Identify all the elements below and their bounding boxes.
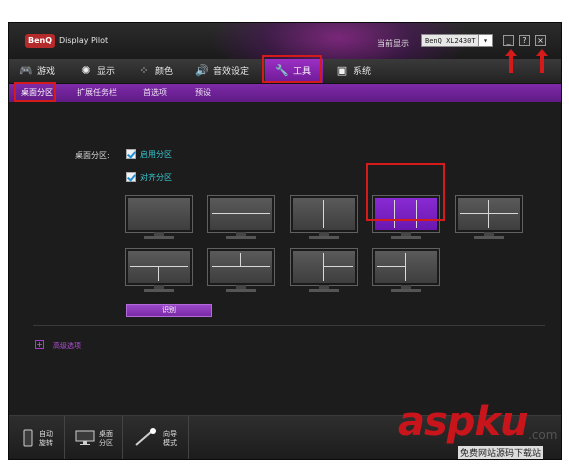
- monitor-base: [391, 236, 421, 239]
- layout-screen: [290, 248, 358, 286]
- layout-divider: [405, 253, 406, 281]
- gamepad-icon: 🎮: [19, 64, 33, 77]
- watermark-tagline: 免费网站源码下载站: [458, 446, 544, 459]
- tab-audio[interactable]: 🔊 音效设定: [195, 59, 249, 83]
- current-display-label: 当前显示: [377, 39, 409, 48]
- layout-divider: [130, 266, 188, 267]
- speaker-icon: 🔊: [195, 64, 209, 77]
- subtab-presets[interactable]: 预设: [195, 84, 211, 102]
- app-title: Display Pilot: [59, 36, 109, 45]
- highlight-tools-tab: [262, 55, 322, 83]
- monitor-select-value: BenQ XL2430T: [425, 37, 476, 45]
- chevron-down-icon[interactable]: ▾: [478, 35, 492, 46]
- layout-divider: [323, 200, 324, 228]
- red-arrow-up-icon: [505, 49, 517, 73]
- rotate-monitor-icon: [23, 429, 33, 447]
- desktop-partition-icon: [75, 430, 95, 445]
- layout-left-two-right-one[interactable]: [372, 248, 440, 297]
- monitor-base: [309, 289, 339, 292]
- layout-quad[interactable]: [455, 195, 523, 244]
- layout-divider: [488, 200, 489, 228]
- layout-divider: [158, 266, 159, 281]
- tab-system[interactable]: ▣ 系统: [335, 59, 371, 83]
- watermark-suffix: .com: [528, 428, 558, 442]
- bb-label-line1: 向导: [163, 430, 177, 438]
- highlight-desktop-partition-subtab: [14, 82, 56, 102]
- advanced-options-link[interactable]: 高级选项: [53, 341, 81, 351]
- monitor-base: [474, 236, 504, 239]
- monitor-base: [309, 236, 339, 239]
- identify-button[interactable]: 识别: [126, 304, 212, 317]
- content-panel: 桌面分区: 启用分区 对齐分区 识别 + 高级选项: [9, 102, 561, 415]
- brightness-icon: ✺: [81, 64, 91, 77]
- help-button[interactable]: ?: [519, 35, 530, 46]
- monitor-base: [144, 236, 174, 239]
- auto-rotate-button[interactable]: 自动 旋转: [9, 416, 65, 459]
- monitor-base: [226, 236, 256, 239]
- layout-left-one-right-two[interactable]: [290, 248, 358, 297]
- system-icon: ▣: [336, 64, 348, 77]
- align-partition-checkbox[interactable]: 对齐分区: [126, 171, 172, 183]
- layout-full[interactable]: [125, 195, 193, 244]
- red-arrow-up-icon: [536, 49, 548, 73]
- tab-display[interactable]: ✺ 显示: [79, 59, 115, 83]
- layout-divider: [212, 266, 270, 267]
- tab-label: 显示: [97, 67, 116, 77]
- highlight-selected-layout: [366, 163, 445, 221]
- layout-divider: [323, 253, 324, 281]
- layout-screen: [207, 248, 275, 286]
- close-button[interactable]: ×: [535, 35, 546, 46]
- tab-label: 游戏: [37, 67, 56, 77]
- section-label: 桌面分区:: [75, 151, 110, 160]
- tab-label: 颜色: [155, 67, 174, 77]
- layout-screen: [207, 195, 275, 233]
- layout-screen: [125, 248, 193, 286]
- tab-game[interactable]: 🎮 游戏: [19, 59, 55, 83]
- checkbox-label: 启用分区: [140, 150, 172, 159]
- checkbox-label: 对齐分区: [140, 173, 172, 182]
- bb-label-line2: 模式: [163, 439, 177, 447]
- bb-label-line2: 旋转: [39, 439, 53, 447]
- checkbox-checked[interactable]: [126, 148, 136, 159]
- layout-screen: [455, 195, 523, 233]
- layout-two-rows[interactable]: [207, 195, 275, 244]
- monitor-base: [226, 289, 256, 292]
- minimize-button[interactable]: _: [503, 35, 514, 46]
- bb-label-line2: 分区: [99, 439, 113, 447]
- expand-plus-icon[interactable]: +: [35, 340, 44, 349]
- layout-screen: [125, 195, 193, 233]
- sub-nav: 桌面分区 扩展任务栏 首选项 预设: [9, 84, 561, 102]
- subtab-extend-taskbar[interactable]: 扩展任务栏: [77, 84, 117, 102]
- subtab-preferences[interactable]: 首选项: [143, 84, 167, 102]
- tab-color[interactable]: ⁘ 颜色: [137, 59, 173, 83]
- wizard-mode-button[interactable]: 向导 模式: [123, 416, 189, 459]
- benq-logo: BenQ: [25, 34, 55, 48]
- layout-divider: [377, 266, 405, 267]
- layout-divider: [212, 213, 270, 214]
- monitor-select[interactable]: BenQ XL2430T ▾: [421, 34, 493, 47]
- layout-two-cols[interactable]: [290, 195, 358, 244]
- palette-icon: ⁘: [139, 64, 149, 77]
- enable-partition-checkbox[interactable]: 启用分区: [126, 148, 172, 160]
- title-bar: BenQ Display Pilot 当前显示 BenQ XL2430T ▾ _…: [9, 23, 561, 59]
- layout-divider: [460, 213, 518, 214]
- monitor-base: [144, 289, 174, 292]
- bb-label-line1: 桌面: [99, 430, 113, 438]
- layout-divider: [323, 266, 353, 267]
- checkbox-checked[interactable]: [126, 171, 136, 182]
- tab-label: 系统: [353, 67, 372, 77]
- display-pilot-window: BenQ Display Pilot 当前显示 BenQ XL2430T ▾ _…: [8, 22, 562, 460]
- layout-top-two-bottom-one[interactable]: [207, 248, 275, 297]
- bb-label-line1: 自动: [39, 430, 53, 438]
- monitor-base: [391, 289, 421, 292]
- watermark-brand: aspku: [398, 399, 529, 445]
- tab-label: 音效设定: [213, 67, 250, 77]
- layout-screen: [372, 248, 440, 286]
- wizard-wand-icon: [135, 428, 156, 446]
- desktop-partition-button[interactable]: 桌面 分区: [65, 416, 123, 459]
- layout-screen: [290, 195, 358, 233]
- section-divider: [33, 325, 545, 326]
- layout-top-one-bottom-two[interactable]: [125, 248, 193, 297]
- layout-divider: [240, 253, 241, 266]
